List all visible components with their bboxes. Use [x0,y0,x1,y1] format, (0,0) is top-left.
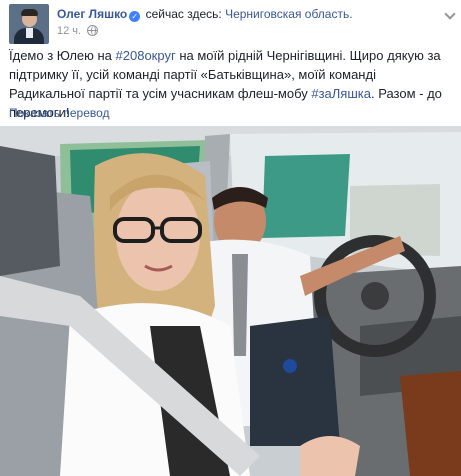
checkin-prefix: сейчас здесь: [145,7,222,21]
post-meta: 12 ч. [57,24,99,38]
facebook-post: Олег Ляшко ✓ сейчас здесь: Черниговская о… [0,0,461,476]
post-timestamp[interactable]: 12 ч. [57,25,81,37]
show-translation-link[interactable]: Показать перевод [9,105,110,121]
author-line: Олег Ляшко ✓ сейчас здесь: Черниговская о… [57,6,353,22]
hashtag-link[interactable]: #208округ [116,48,176,63]
hashtag-link[interactable]: #заЛяшка [311,86,371,101]
author-name[interactable]: Олег Ляшко [57,7,127,21]
checkin-location-link[interactable]: Черниговская область. [225,7,353,21]
post-text-segment: Їдемо з Юлею на [9,48,116,63]
post-options-chevron-icon[interactable] [445,10,455,20]
post-header: Олег Ляшко ✓ сейчас здесь: Черниговская о… [9,4,459,44]
verified-badge-icon: ✓ [129,11,141,22]
globe-icon[interactable] [87,25,99,36]
post-photo[interactable] [0,126,461,476]
author-avatar[interactable] [9,4,49,44]
